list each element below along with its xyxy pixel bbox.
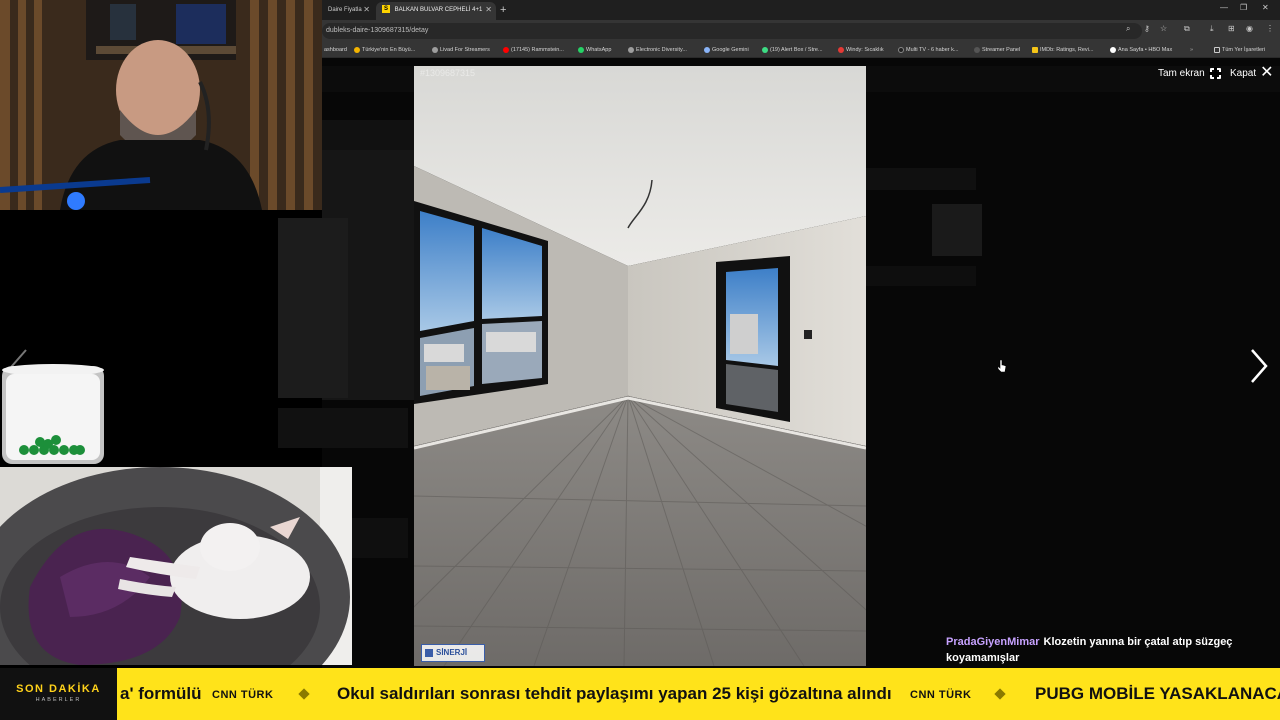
close-label: Kapat bbox=[1230, 68, 1257, 79]
address-bar[interactable]: dubleks-daire-1309687315/detay bbox=[322, 23, 1142, 39]
bookmark-item[interactable]: (19) Alert Box / Stre... bbox=[762, 44, 823, 56]
mouse-cursor-icon bbox=[998, 360, 1006, 372]
tab-listing-active[interactable]: S BALKAN BULVAR CEPHELİ 4+1 ✕ bbox=[376, 2, 496, 20]
fullscreen-button[interactable]: Tam ekran bbox=[1158, 67, 1222, 80]
streamer-webcam bbox=[0, 0, 322, 210]
url-text: dubleks-daire-1309687315/detay bbox=[326, 27, 429, 34]
close-gallery-button[interactable]: Kapat ✕ bbox=[1230, 65, 1274, 81]
jar-overlay-image bbox=[2, 364, 104, 464]
fullscreen-label: Tam ekran bbox=[1158, 68, 1205, 80]
window-close-icon[interactable]: ✕ bbox=[1262, 3, 1269, 12]
all-bookmarks-folder[interactable]: Tüm Yer İşaretleri bbox=[1214, 44, 1265, 56]
ticker-headline: PUBG MOBİLE YASAKLANACA bbox=[1035, 684, 1280, 703]
chat-username: PradaGiyenMimar bbox=[946, 636, 1040, 648]
bookmarks-bar: ashboard Türkiye'nin En Büyü... Livad Fo… bbox=[322, 42, 1280, 58]
bookmark-item[interactable]: Electronic Diversity... bbox=[628, 44, 687, 56]
bookmark-favicon-icon bbox=[628, 46, 634, 53]
bookmark-favicon-icon bbox=[762, 46, 768, 53]
bookmark-item[interactable]: Ana Sayfa • HBO Max bbox=[1110, 44, 1172, 56]
bookmark-favicon-icon bbox=[974, 46, 980, 53]
bookmark-item[interactable]: Windy: Sıcaklık bbox=[838, 44, 884, 56]
bookmark-item[interactable]: ashboard bbox=[324, 44, 347, 56]
fullscreen-icon bbox=[1208, 67, 1222, 80]
tab-search-icon[interactable]: ⊞ bbox=[1228, 24, 1235, 33]
sahibinden-favicon-icon: S bbox=[382, 5, 390, 14]
new-tab-icon[interactable]: + bbox=[500, 3, 506, 17]
bookmark-item[interactable]: IMDb: Ratings, Revi... bbox=[1032, 44, 1094, 56]
restore-icon[interactable]: ❐ bbox=[1240, 3, 1247, 12]
ticker-source: CNN TÜRK bbox=[910, 689, 972, 701]
photo-id-text: #1309687315 bbox=[420, 68, 476, 78]
bookmark-item[interactable]: (17145) Rammstein... bbox=[503, 44, 564, 56]
close-icon[interactable]: ✕ bbox=[363, 2, 370, 18]
bookmark-star-icon[interactable]: ☆ bbox=[1160, 24, 1167, 33]
ticker-label-subtitle: HABERLER bbox=[35, 697, 82, 703]
bookmark-item[interactable]: Google Gemini bbox=[704, 44, 749, 56]
dog-webcam bbox=[0, 467, 352, 665]
imdb-icon bbox=[1032, 46, 1038, 53]
webcam-image bbox=[0, 0, 322, 210]
download-icon[interactable]: ⤓ bbox=[1210, 24, 1214, 34]
zoom-icon[interactable]: ⌕ bbox=[1126, 24, 1130, 34]
folder-icon bbox=[1214, 46, 1220, 53]
gallery-photo[interactable] bbox=[414, 66, 866, 666]
menu-icon[interactable]: ⋮ bbox=[1266, 24, 1274, 33]
close-icon: ✕ bbox=[1260, 64, 1274, 82]
browser-tab-bar: Daire Fiyatla ✕ S BALKAN BULVAR CEPHELİ … bbox=[322, 0, 1280, 20]
news-ticker: SON DAKİKA HABERLER a' formülü CNN TÜRK … bbox=[0, 668, 1280, 720]
bookmark-favicon-icon bbox=[354, 46, 360, 53]
room-photo-image bbox=[414, 66, 866, 666]
ticker-label: SON DAKİKA HABERLER bbox=[0, 668, 117, 720]
ticker-label-title: SON DAKİKA bbox=[16, 683, 101, 695]
ticker-headline: Okul saldırıları sonrası tehdit paylaşım… bbox=[337, 684, 892, 703]
youtube-icon bbox=[503, 46, 509, 53]
diamond-icon bbox=[298, 688, 310, 700]
bookmark-item[interactable]: WhatsApp bbox=[578, 44, 611, 56]
whatsapp-icon bbox=[578, 46, 584, 53]
bookmark-favicon-icon bbox=[898, 46, 904, 53]
ticker-source: CNN TÜRK bbox=[212, 689, 274, 701]
password-key-icon[interactable]: ⚷ bbox=[1144, 24, 1150, 33]
dog-webcam-image bbox=[0, 467, 352, 665]
profile-icon[interactable]: ◉ bbox=[1246, 24, 1253, 33]
ticker-headline: a' formülü bbox=[120, 684, 202, 703]
tab-daire-fiyatlari[interactable]: Daire Fiyatla ✕ bbox=[322, 2, 374, 20]
next-arrow-icon[interactable] bbox=[1246, 346, 1270, 386]
bookmark-item[interactable]: Streamer Panel bbox=[974, 44, 1020, 56]
bookmark-favicon-icon bbox=[1110, 46, 1116, 53]
extensions-icon[interactable]: ⧉ bbox=[1184, 24, 1190, 34]
tab-title: BALKAN BULVAR CEPHELİ 4+1 bbox=[394, 7, 483, 13]
minimize-icon[interactable]: — bbox=[1220, 3, 1228, 12]
tab-title: Daire Fiyatla bbox=[328, 7, 362, 13]
diamond-icon bbox=[994, 688, 1006, 700]
bookmark-item[interactable]: Livad For Streamers bbox=[432, 44, 490, 56]
browser-toolbar: dubleks-daire-1309687315/detay ⌕ ⚷ ☆ ⧉ ⤓… bbox=[322, 20, 1280, 42]
agency-logo: SİNERJİ bbox=[421, 644, 485, 662]
stream-screen: Daire Fiyatla ✕ S BALKAN BULVAR CEPHELİ … bbox=[0, 0, 1280, 720]
gemini-icon bbox=[704, 46, 710, 53]
windy-icon bbox=[838, 46, 844, 53]
bookmark-favicon-icon bbox=[432, 46, 438, 53]
bookmark-item[interactable]: Multi TV - 6 haber k... bbox=[898, 44, 958, 56]
bookmark-item[interactable]: Türkiye'nin En Büyü... bbox=[354, 44, 415, 56]
bookmarks-overflow-icon[interactable]: » bbox=[1190, 44, 1193, 56]
chat-message: PradaGiyenMimar Klozetin yanına bir çatal… bbox=[946, 634, 1246, 666]
close-icon[interactable]: ✕ bbox=[485, 2, 492, 18]
